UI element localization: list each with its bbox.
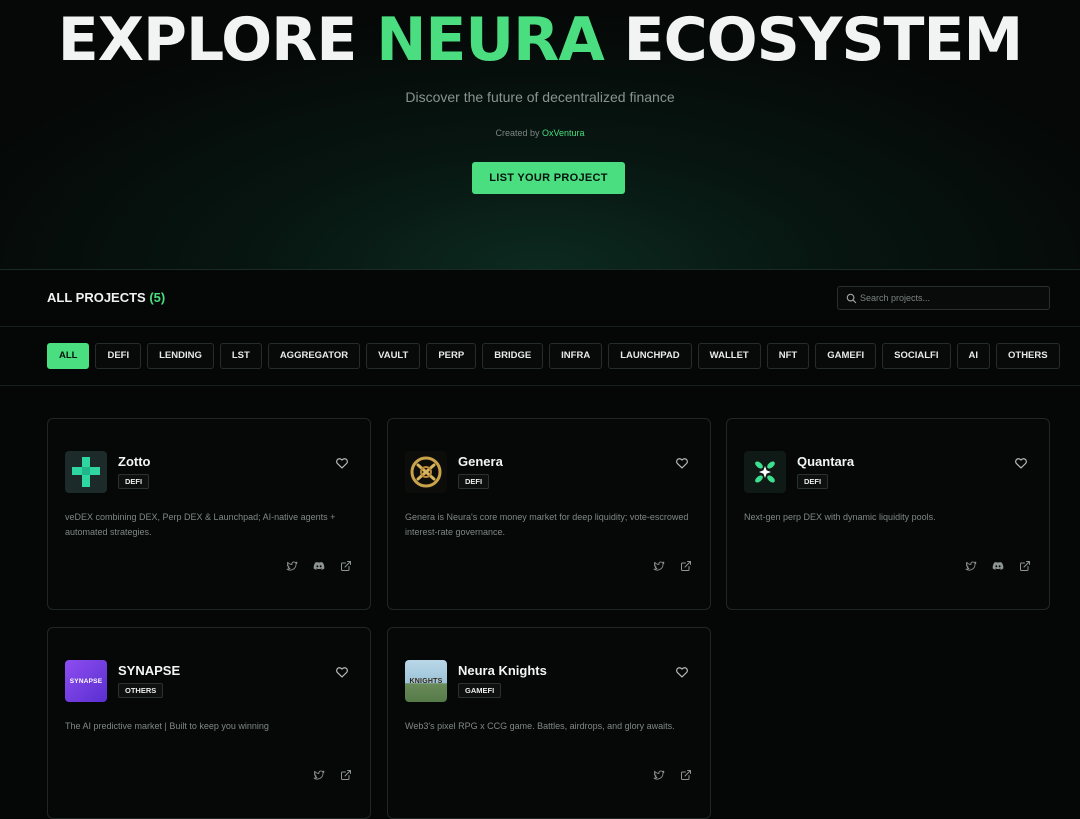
category-badge: OTHERS (118, 683, 164, 698)
project-description: veDEX combining DEX, Perp DEX & Launchpa… (65, 512, 336, 537)
filter-chip-gamefi[interactable]: GAMEFI (815, 343, 877, 369)
category-badge: DEFI (118, 474, 150, 489)
filter-chip-nft[interactable]: NFT (766, 343, 810, 369)
quantara-logo (744, 451, 786, 493)
filter-chip-infra[interactable]: INFRA (549, 343, 603, 369)
project-card-neura-knights[interactable]: KNIGHTS Neura Knights GAMEFI Web3's pixe… (387, 627, 711, 819)
project-name: Neura Knights (458, 663, 547, 678)
project-name: Quantara (797, 454, 855, 469)
project-card-quantara[interactable]: Quantara DEFI Next-gen perp DEX with dyn… (726, 418, 1050, 610)
search-icon (846, 293, 857, 304)
hero-title-explore: EXPLORE (57, 5, 358, 75)
projects-count: (5) (149, 290, 166, 305)
filter-chip-perp[interactable]: PERP (426, 343, 477, 369)
filter-chip-all[interactable]: ALL (47, 343, 90, 369)
external-link-icon[interactable] (340, 769, 352, 781)
filter-chip-launchpad[interactable]: LAUNCHPAD (608, 343, 692, 369)
project-description: Web3's pixel RPG x CCG game. Battles, ai… (405, 721, 675, 731)
search-box (837, 286, 1050, 310)
list-project-button[interactable]: LIST YOUR PROJECT (472, 162, 625, 194)
heart-icon[interactable] (1014, 456, 1028, 470)
project-card-genera[interactable]: Genera DEFI Genera is Neura's core money… (387, 418, 711, 610)
logo-text: SYNAPSE (69, 677, 103, 685)
filter-chip-others[interactable]: OTHERS (996, 343, 1060, 369)
synapse-logo: SYNAPSE (65, 660, 107, 702)
discord-icon[interactable] (992, 560, 1004, 572)
twitter-icon[interactable] (286, 560, 298, 572)
hero-credit: Created by OxVentura (0, 128, 1080, 138)
hero-title: EXPLORE NEURA ECOSYSTEM (0, 4, 1080, 76)
project-name: Genera (458, 454, 503, 469)
filter-chip-list: ALL DEFI LENDING LST AGGREGATOR VAULT PERP BRID… (47, 343, 1060, 369)
zotto-logo (65, 451, 107, 493)
hero-section: EXPLORE NEURA ECOSYSTEM Discover the fut… (0, 0, 1080, 270)
discord-icon[interactable] (313, 560, 325, 572)
external-link-icon[interactable] (680, 560, 692, 572)
filter-chip-wallet[interactable]: WALLET (697, 343, 761, 369)
filter-chip-socialfi[interactable]: SOCIALFI (882, 343, 951, 369)
twitter-icon[interactable] (313, 769, 325, 781)
creator-link[interactable]: OxVentura (542, 128, 585, 138)
logo-text: KNIGHTS (409, 677, 443, 685)
neura-knights-logo: KNIGHTS (405, 660, 447, 702)
project-card-synapse[interactable]: SYNAPSE SYNAPSE OTHERS The AI predictive… (47, 627, 371, 819)
social-links (313, 769, 352, 781)
heart-icon[interactable] (335, 456, 349, 470)
filter-chip-lending[interactable]: LENDING (147, 343, 214, 369)
filter-chip-lst[interactable]: LST (219, 343, 262, 369)
social-links (286, 560, 352, 572)
filter-chip-vault[interactable]: VAULT (366, 343, 421, 369)
credit-prefix: Created by (495, 128, 540, 138)
filter-chip-aggregator[interactable]: AGGREGATOR (267, 343, 361, 369)
heart-icon[interactable] (675, 456, 689, 470)
heart-icon[interactable] (675, 665, 689, 679)
category-badge: DEFI (458, 474, 490, 489)
project-description: The AI predictive market | Built to keep… (65, 721, 269, 731)
category-badge: GAMEFI (458, 683, 502, 698)
search-input[interactable] (860, 289, 1045, 307)
external-link-icon[interactable] (1019, 560, 1031, 572)
external-link-icon[interactable] (680, 769, 692, 781)
genera-logo (405, 451, 447, 493)
social-links (653, 560, 692, 572)
project-card-zotto[interactable]: Zotto DEFI veDEX combining DEX, Perp DEX… (47, 418, 371, 610)
social-links (965, 560, 1031, 572)
project-description: Next-gen perp DEX with dynamic liquidity… (744, 512, 936, 522)
project-name: SYNAPSE (118, 663, 181, 678)
all-projects-label: ALL PROJECTS (47, 290, 146, 305)
projects-header-bar: ALL PROJECTS (5) (0, 270, 1080, 327)
all-projects-title: ALL PROJECTS (5) (47, 290, 165, 305)
heart-icon[interactable] (335, 665, 349, 679)
twitter-icon[interactable] (653, 560, 665, 572)
project-name: Zotto (118, 454, 151, 469)
hero-subtitle: Discover the future of decentralized fin… (405, 89, 675, 105)
hero-title-accent: NEURA (376, 5, 605, 75)
social-links (653, 769, 692, 781)
hero-title-ecosystem: ECOSYSTEM (623, 5, 1024, 75)
filter-chip-defi[interactable]: DEFI (95, 343, 142, 369)
twitter-icon[interactable] (653, 769, 665, 781)
twitter-icon[interactable] (965, 560, 977, 572)
external-link-icon[interactable] (340, 560, 352, 572)
filter-chip-bridge[interactable]: BRIDGE (482, 343, 544, 369)
filter-chip-ai[interactable]: AI (956, 343, 990, 369)
project-description: Genera is Neura's core money market for … (405, 512, 689, 537)
category-filters: ALL DEFI LENDING LST AGGREGATOR VAULT PERP BRID… (0, 327, 1080, 386)
category-badge: DEFI (797, 474, 829, 489)
